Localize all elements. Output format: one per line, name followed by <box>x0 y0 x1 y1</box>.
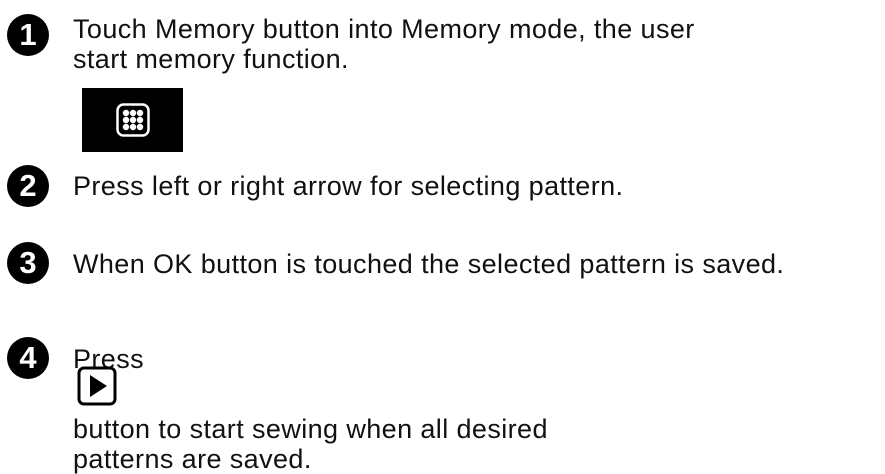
step-instruction: Touch Memory button into Memory mode, th… <box>73 14 695 74</box>
step-instruction: Press button to start sewing when all de… <box>73 344 548 474</box>
memory-grid-icon <box>115 103 150 137</box>
memory-button[interactable] <box>82 88 183 152</box>
step-number-badge: 3 <box>7 242 49 284</box>
step-instruction: When OK button is touched the selected p… <box>73 249 784 279</box>
start-sewing-button[interactable] <box>77 366 117 406</box>
step-line: Press left or right arrow for selecting … <box>73 171 624 201</box>
step-line: Press button to start sewing when all de… <box>73 344 548 444</box>
play-icon <box>77 366 117 406</box>
step-text-after-icon: button to start sewing when all desired <box>73 414 548 444</box>
step-number-badge: 4 <box>7 337 49 379</box>
step-line: patterns are saved. <box>73 444 312 474</box>
step-instruction: Press left or right arrow for selecting … <box>73 171 623 201</box>
step-line: Touch Memory button into Memory mode, th… <box>73 14 695 44</box>
step-number-badge: 2 <box>7 165 49 207</box>
step-line: start memory function. <box>73 44 349 74</box>
step-number-badge: 1 <box>7 14 49 56</box>
step-line: When OK button is touched the selected p… <box>73 249 785 279</box>
